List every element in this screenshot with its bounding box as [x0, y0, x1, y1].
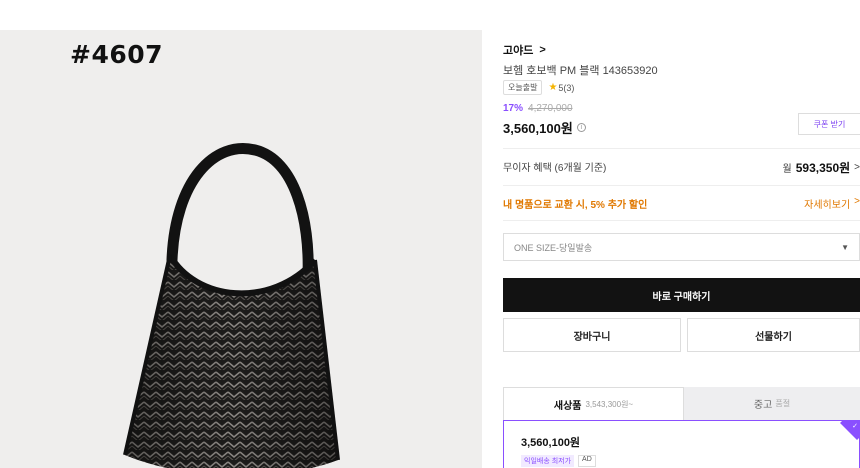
price-row: 3,560,100원 i [503, 118, 586, 137]
divider [503, 220, 860, 221]
cart-button[interactable]: 장바구니 [503, 318, 681, 352]
discount-percent: 17% [503, 103, 524, 114]
hobo-bag-illustration [123, 143, 340, 468]
rating[interactable]: ★ 5(3) [548, 82, 574, 93]
ad-badge: AD [578, 455, 596, 467]
chevron-right-icon: > [539, 44, 546, 56]
option-select-value: ONE SIZE-당일발송 [514, 242, 593, 253]
discount-row: 17% 4,270,000 [503, 103, 573, 114]
monthly-prefix: 월 [782, 164, 792, 175]
buy-now-button[interactable]: 바로 구매하기 [503, 278, 860, 312]
star-icon: ★ [548, 82, 558, 93]
exchange-discount-text: 내 명품으로 교환 시, 5% 추가 할인 [503, 200, 648, 211]
product-image[interactable]: #4607 [0, 30, 482, 468]
divider [503, 185, 860, 186]
sale-price: 3,560,100원 [503, 121, 573, 136]
option-select[interactable]: ONE SIZE-당일발송 ▼ [503, 233, 860, 261]
more-label: 자세히보기 [804, 200, 851, 211]
tab-new-price: 3,543,300원~ [585, 399, 634, 409]
monthly-value: 593,350원 [795, 161, 851, 175]
chevron-right-icon: > [854, 196, 860, 207]
check-icon: ✓ [852, 423, 858, 430]
interest-free-amount: 월 593,350원 > [783, 159, 860, 176]
tab-used[interactable]: 중고 품절 [684, 387, 860, 420]
product-info-panel: 고야드 > 보헴 호보백 PM 블랙 143653920 오늘출발 ★ 5(3)… [503, 0, 860, 468]
tab-new-label: 새상품 [553, 400, 582, 412]
interest-free-label: 무이자 혜택 (6개월 기준) [503, 163, 607, 174]
chevron-down-icon: ▼ [841, 242, 849, 252]
interest-free-row[interactable]: 무이자 혜택 (6개월 기준) 월 593,350원 > [503, 159, 860, 176]
tab-new[interactable]: 새상품 3,543,300원~ [503, 387, 684, 420]
info-icon[interactable]: i [576, 123, 586, 132]
tab-used-status: 품절 [775, 399, 791, 408]
divider [503, 148, 860, 149]
today-shipping-badge: 오늘출발 [503, 80, 543, 95]
brand-link[interactable]: 고야드 > [503, 42, 546, 58]
offer-tags: 익일배송 최저가 AD [521, 455, 596, 467]
chevron-right-icon: > [854, 162, 860, 173]
product-tags: 오늘출발 ★ 5(3) [503, 80, 574, 95]
rating-value: 5(3) [558, 82, 575, 93]
next-day-lowest-badge: 익일배송 최저가 [521, 455, 575, 467]
condition-tabs: 새상품 3,543,300원~ 중고 품절 [503, 387, 860, 420]
brand-name: 고야드 [503, 45, 534, 57]
coupon-button[interactable]: 쿠폰 받기 [798, 113, 860, 135]
product-image-tag: #4607 [70, 40, 164, 69]
exchange-discount-row[interactable]: 내 명품으로 교환 시, 5% 추가 할인 자세히보기 > [503, 196, 860, 211]
offer-card[interactable]: 3,560,100원 익일배송 최저가 AD ✓ [503, 420, 860, 468]
gift-button[interactable]: 선물하기 [687, 318, 860, 352]
original-price: 4,270,000 [528, 103, 573, 114]
product-name: 보헴 호보백 PM 블랙 143653920 [503, 65, 658, 77]
tab-used-label: 중고 [753, 400, 773, 411]
offer-price: 3,560,100원 [521, 437, 581, 449]
exchange-more-link[interactable]: 자세히보기 > [804, 196, 860, 211]
